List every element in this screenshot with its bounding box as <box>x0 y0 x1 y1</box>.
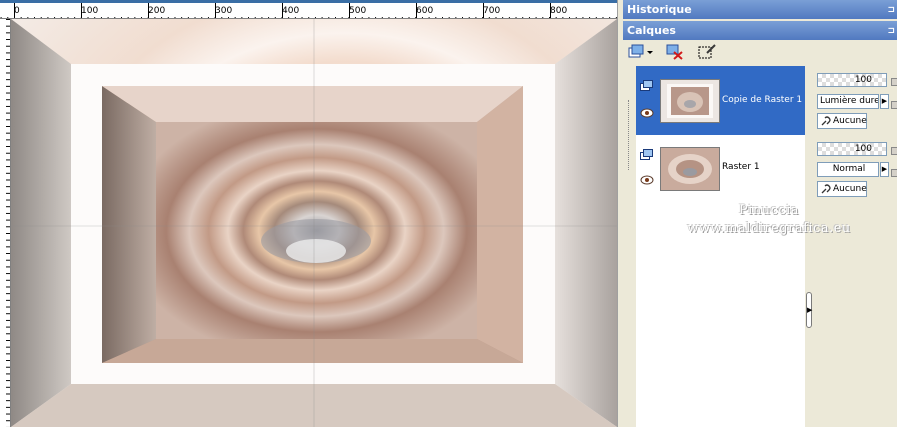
mask-link-label: Aucune <box>833 116 867 126</box>
opacity-side-button[interactable] <box>891 78 897 86</box>
ruler-label: 500 <box>349 6 367 16</box>
layer-thumbnail <box>660 79 720 123</box>
eye-icon[interactable] <box>640 175 654 185</box>
link-icon <box>821 184 831 194</box>
mask-link-label: Aucune <box>833 184 867 194</box>
delete-layer-icon <box>666 44 683 60</box>
layer-thumbnail <box>660 147 720 191</box>
link-icon <box>821 116 831 126</box>
blend-side-button[interactable] <box>891 169 897 177</box>
pin-icon[interactable]: ⊐ <box>887 1 895 20</box>
chevron-right-icon[interactable]: ▶ <box>880 162 889 177</box>
image-canvas[interactable] <box>11 19 617 427</box>
layer-name[interactable]: Raster 1 <box>722 162 760 172</box>
blend-mode-select[interactable]: Lumière dure <box>817 94 879 109</box>
edit-selection-icon <box>698 44 716 59</box>
mask-link-button[interactable]: Aucune <box>817 181 867 197</box>
delete-layer-button[interactable] <box>665 42 685 62</box>
watermark-line-1: Pinuccia <box>738 203 800 218</box>
layer-list[interactable]: Copie de Raster 1 Raster 1 <box>636 66 805 205</box>
ruler-label: 200 <box>148 6 166 16</box>
horizontal-ruler: 0 100 200 300 400 500 600 700 800 <box>0 0 617 19</box>
eye-icon[interactable] <box>640 108 654 118</box>
opacity-side-button[interactable] <box>891 147 897 155</box>
layers-panel-title[interactable]: Calques ⊐ <box>623 21 897 40</box>
layer-type-icon <box>640 80 653 91</box>
layer-row[interactable]: Raster 1 <box>636 135 805 204</box>
ruler-label: 800 <box>550 6 568 16</box>
layer-list-empty-area <box>636 205 805 427</box>
vertical-ruler <box>0 19 11 427</box>
watermark-line-2: www.maldiregrafica.eu <box>687 221 851 236</box>
canvas-artwork <box>11 19 617 427</box>
layers-title-label: Calques <box>627 24 676 37</box>
ruler-label: 300 <box>215 6 233 16</box>
layer-type-icon <box>640 149 653 160</box>
watermark: Pinuccia www.maldiregrafica.eu <box>676 202 862 238</box>
new-layer-button[interactable] <box>627 42 655 62</box>
ruler-label: 400 <box>282 6 300 16</box>
layer-row[interactable]: Copie de Raster 1 <box>636 66 805 135</box>
mask-link-button[interactable]: Aucune <box>817 113 867 129</box>
splitter-arrow-icon[interactable]: ▶ <box>806 292 812 328</box>
history-title-label: Historique <box>627 3 692 16</box>
canvas-scrollbar[interactable] <box>617 0 624 427</box>
blend-mode-select[interactable]: Normal <box>817 162 879 177</box>
ruler-label: 600 <box>416 6 434 16</box>
blend-side-button[interactable] <box>891 101 897 109</box>
history-panel-title[interactable]: Historique ⊐ <box>623 0 897 19</box>
new-layer-icon <box>628 44 653 58</box>
ruler-label: 100 <box>81 6 99 16</box>
opacity-slider[interactable]: 100 <box>817 142 887 156</box>
opacity-slider[interactable]: 100 <box>817 73 887 87</box>
ruler-label: 700 <box>483 6 501 16</box>
pin-icon[interactable]: ⊐ <box>887 22 895 41</box>
layers-toolbar <box>623 40 897 64</box>
panel-splitter[interactable]: ▶ <box>805 66 813 427</box>
layer-name[interactable]: Copie de Raster 1 <box>722 95 802 105</box>
chevron-right-icon[interactable]: ▶ <box>880 94 889 109</box>
edit-selection-button[interactable] <box>697 42 717 62</box>
layer-group-line <box>628 100 630 170</box>
ruler-label: 0 <box>14 6 20 16</box>
